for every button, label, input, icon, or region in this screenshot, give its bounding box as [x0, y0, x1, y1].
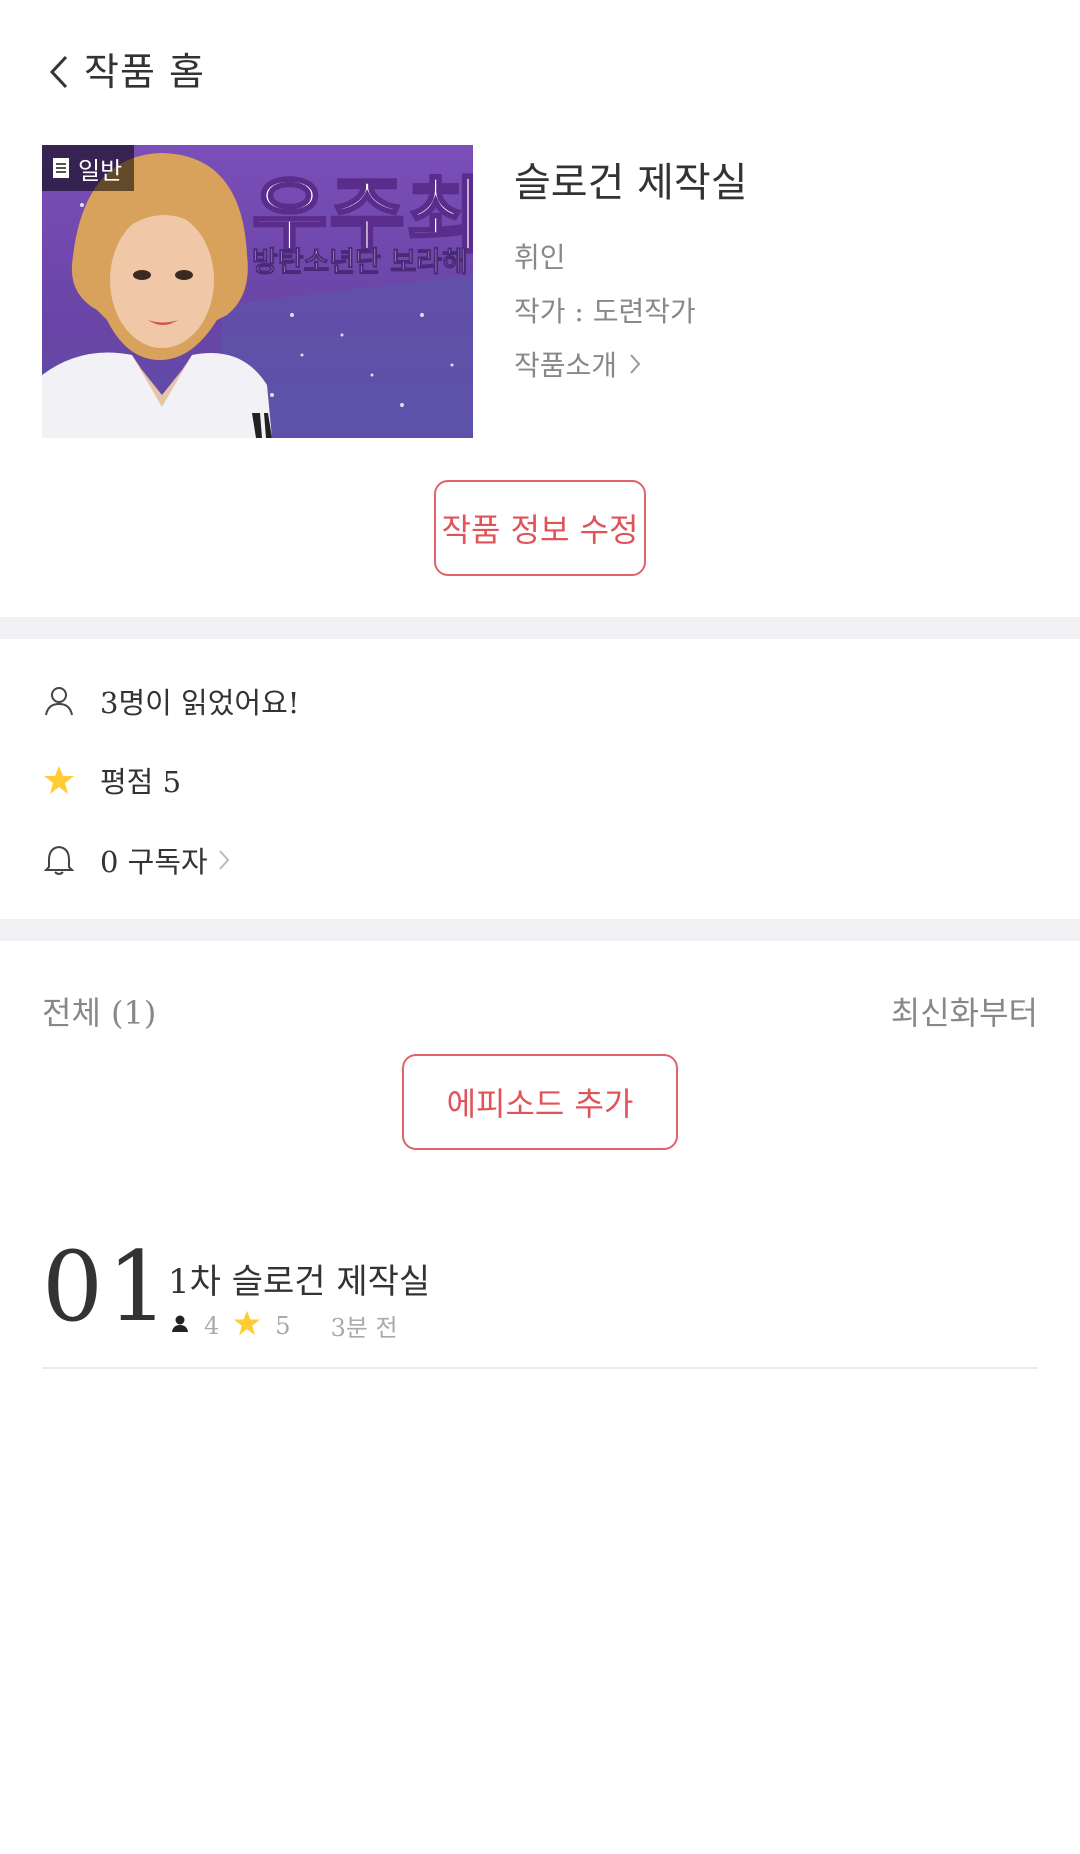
add-episode-button[interactable]: 에피소드 추가: [402, 1054, 678, 1150]
episode-time: 3분 전: [330, 1314, 398, 1342]
star-icon: [233, 1309, 261, 1343]
readers-label: 3명이 읽었어요!: [100, 686, 300, 720]
work-intro-label: 작품소개: [514, 349, 618, 382]
top-bar: 작품 홈: [0, 0, 1080, 130]
episode-title: 1차 슬로건 제작실: [168, 1262, 431, 1302]
back-button[interactable]: [44, 48, 74, 96]
document-icon: [53, 158, 69, 178]
section-divider: [0, 617, 1080, 639]
person-icon: [42, 684, 76, 718]
subscribers-stat[interactable]: 0 구독자: [42, 839, 230, 881]
cover-image: 일반 우주최 방탄소년단 보라해: [42, 145, 473, 438]
work-genre: 휘인: [514, 241, 566, 274]
edit-work-button[interactable]: 작품 정보 수정: [434, 480, 646, 576]
episode-meta: 4 5 3분 전: [170, 1308, 398, 1343]
bell-icon: [42, 843, 76, 877]
work-author: 작가 : 도련작가: [514, 295, 696, 328]
sort-toggle[interactable]: 최신화부터: [891, 988, 1038, 1034]
genre-badge: 일반: [42, 145, 135, 191]
chevron-right-icon: [218, 850, 230, 870]
person-filled-icon: [170, 1312, 190, 1340]
chevron-right-icon: [630, 354, 641, 374]
episode-rating: 5: [275, 1311, 291, 1340]
badge-label: 일반: [78, 156, 123, 185]
rating-stat: 평점 5: [42, 759, 181, 801]
work-title: 슬로건 제작실: [514, 160, 748, 206]
star-icon: [42, 763, 76, 797]
episode-count: 전체 (1): [42, 994, 157, 1032]
episode-row[interactable]: 01 1차 슬로건 제작실 4 5 3분 전: [42, 1232, 1038, 1368]
episode-views: 4: [204, 1311, 220, 1340]
readers-stat: 3명이 읽었어요!: [42, 680, 299, 722]
chevron-left-icon: [49, 55, 68, 89]
subscribers-label: 0 구독자: [100, 845, 208, 879]
episode-number: 01: [42, 1231, 173, 1343]
cover-subline: 방탄소년단 보라해: [252, 245, 469, 279]
rating-label: 평점 5: [100, 765, 182, 799]
episode-separator: [42, 1367, 1038, 1369]
work-intro-link[interactable]: 작품소개: [514, 344, 641, 384]
section-divider: [0, 919, 1080, 941]
page-title: 작품 홈: [84, 50, 205, 94]
